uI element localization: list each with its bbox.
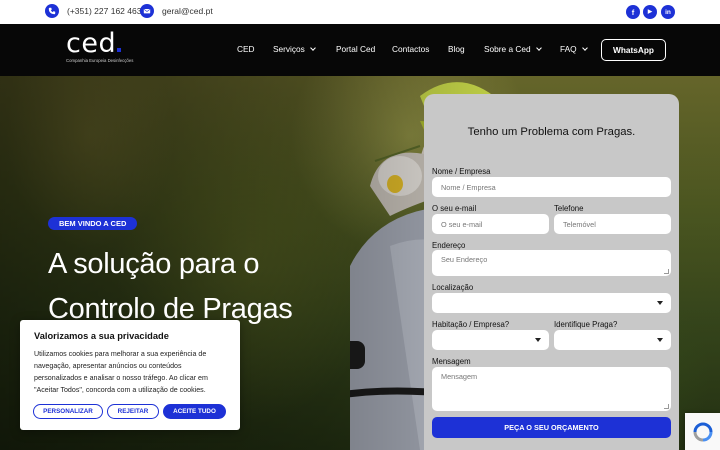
email-address[interactable]: geral@ced.pt [162, 6, 213, 16]
nav-item-blog[interactable]: Blog [448, 44, 465, 54]
name-input[interactable]: Nome / Empresa [432, 177, 671, 197]
location-label: Localização [432, 283, 474, 292]
facebook-icon[interactable]: f [626, 5, 640, 19]
phone-input[interactable]: Telemóvel [554, 214, 671, 234]
message-textarea[interactable]: Mensagem [432, 367, 671, 411]
name-label: Nome / Empresa [432, 167, 491, 176]
logo-tagline: Companhia Europeia Desinfecções [66, 58, 134, 63]
brand-logo[interactable]: ced Companhia Europeia Desinfecções [66, 30, 133, 63]
pest-label: Identifique Praga? [554, 320, 618, 329]
cookie-text: Utilizamos cookies para melhorar a sua e… [34, 350, 208, 394]
chevron-down-icon [581, 44, 588, 51]
resize-handle[interactable] [664, 269, 669, 274]
nav-item-ced[interactable]: CED [237, 44, 255, 54]
nav-item-portal-ced[interactable]: Portal Ced [336, 44, 375, 54]
location-select[interactable] [432, 293, 671, 313]
housing-label: Habitação / Empresa? [432, 320, 510, 329]
youtube-icon[interactable]: ▶ [643, 5, 657, 19]
nav-item-sobre-a-ced[interactable]: Sobre a Ced [484, 44, 542, 54]
chevron-down-icon [535, 44, 542, 51]
hero-title-line-1: A solução para o [48, 248, 260, 280]
address-label: Endereço [432, 241, 466, 250]
phone-number[interactable]: (+351) 227 162 463 [67, 6, 141, 16]
top-contact-bar: (+351) 227 162 463 geral@ced.pt f ▶ in [0, 0, 720, 24]
resize-handle[interactable] [664, 404, 669, 409]
accept-all-cookies-button[interactable]: ACEITE TUDO [163, 404, 226, 419]
nav-item-servicos[interactable]: Serviços [273, 44, 316, 54]
address-textarea[interactable]: Seu Endereço [432, 250, 671, 276]
email-input[interactable]: O seu e-mail [432, 214, 549, 234]
nav-item-contactos[interactable]: Contactos [392, 44, 429, 54]
phone-icon [45, 4, 59, 18]
hero-title: A solução para o Controlo de Pragas [48, 242, 348, 332]
email-contact[interactable]: geral@ced.pt [140, 4, 213, 18]
housing-select[interactable] [432, 330, 549, 350]
email-label: O seu e-mail [432, 204, 477, 213]
quote-form: Tenho um Problema com Pragas. Nome / Emp… [424, 94, 679, 450]
recaptcha-icon [693, 422, 712, 441]
mail-icon [140, 4, 154, 18]
logo-dot [117, 48, 122, 52]
submit-quote-button[interactable]: PEÇA O SEU ORÇAMENTO [432, 417, 671, 438]
customize-cookies-button[interactable]: PERSONALIZAR [33, 404, 103, 419]
recaptcha-badge[interactable] [685, 413, 720, 450]
reject-cookies-button[interactable]: REJEITAR [107, 404, 159, 419]
logo-wordmark: ced [66, 28, 117, 59]
linkedin-icon[interactable]: in [661, 5, 675, 19]
cookie-title: Valorizamos a sua privacidade [34, 331, 169, 341]
nav-item-faq[interactable]: FAQ [560, 44, 588, 54]
message-label: Mensagem [432, 357, 471, 366]
chevron-down-icon [309, 44, 316, 51]
phone-contact[interactable]: (+351) 227 162 463 [45, 4, 141, 18]
phone-label: Telefone [554, 204, 584, 213]
cookie-consent-banner: Valorizamos a sua privacidade Utilizamos… [20, 320, 240, 430]
whatsapp-button[interactable]: WhatsApp [601, 39, 666, 61]
pest-select[interactable] [554, 330, 671, 350]
welcome-badge: BEM VINDO A CED [48, 217, 138, 230]
form-title: Tenho um Problema com Pragas. [467, 126, 636, 138]
